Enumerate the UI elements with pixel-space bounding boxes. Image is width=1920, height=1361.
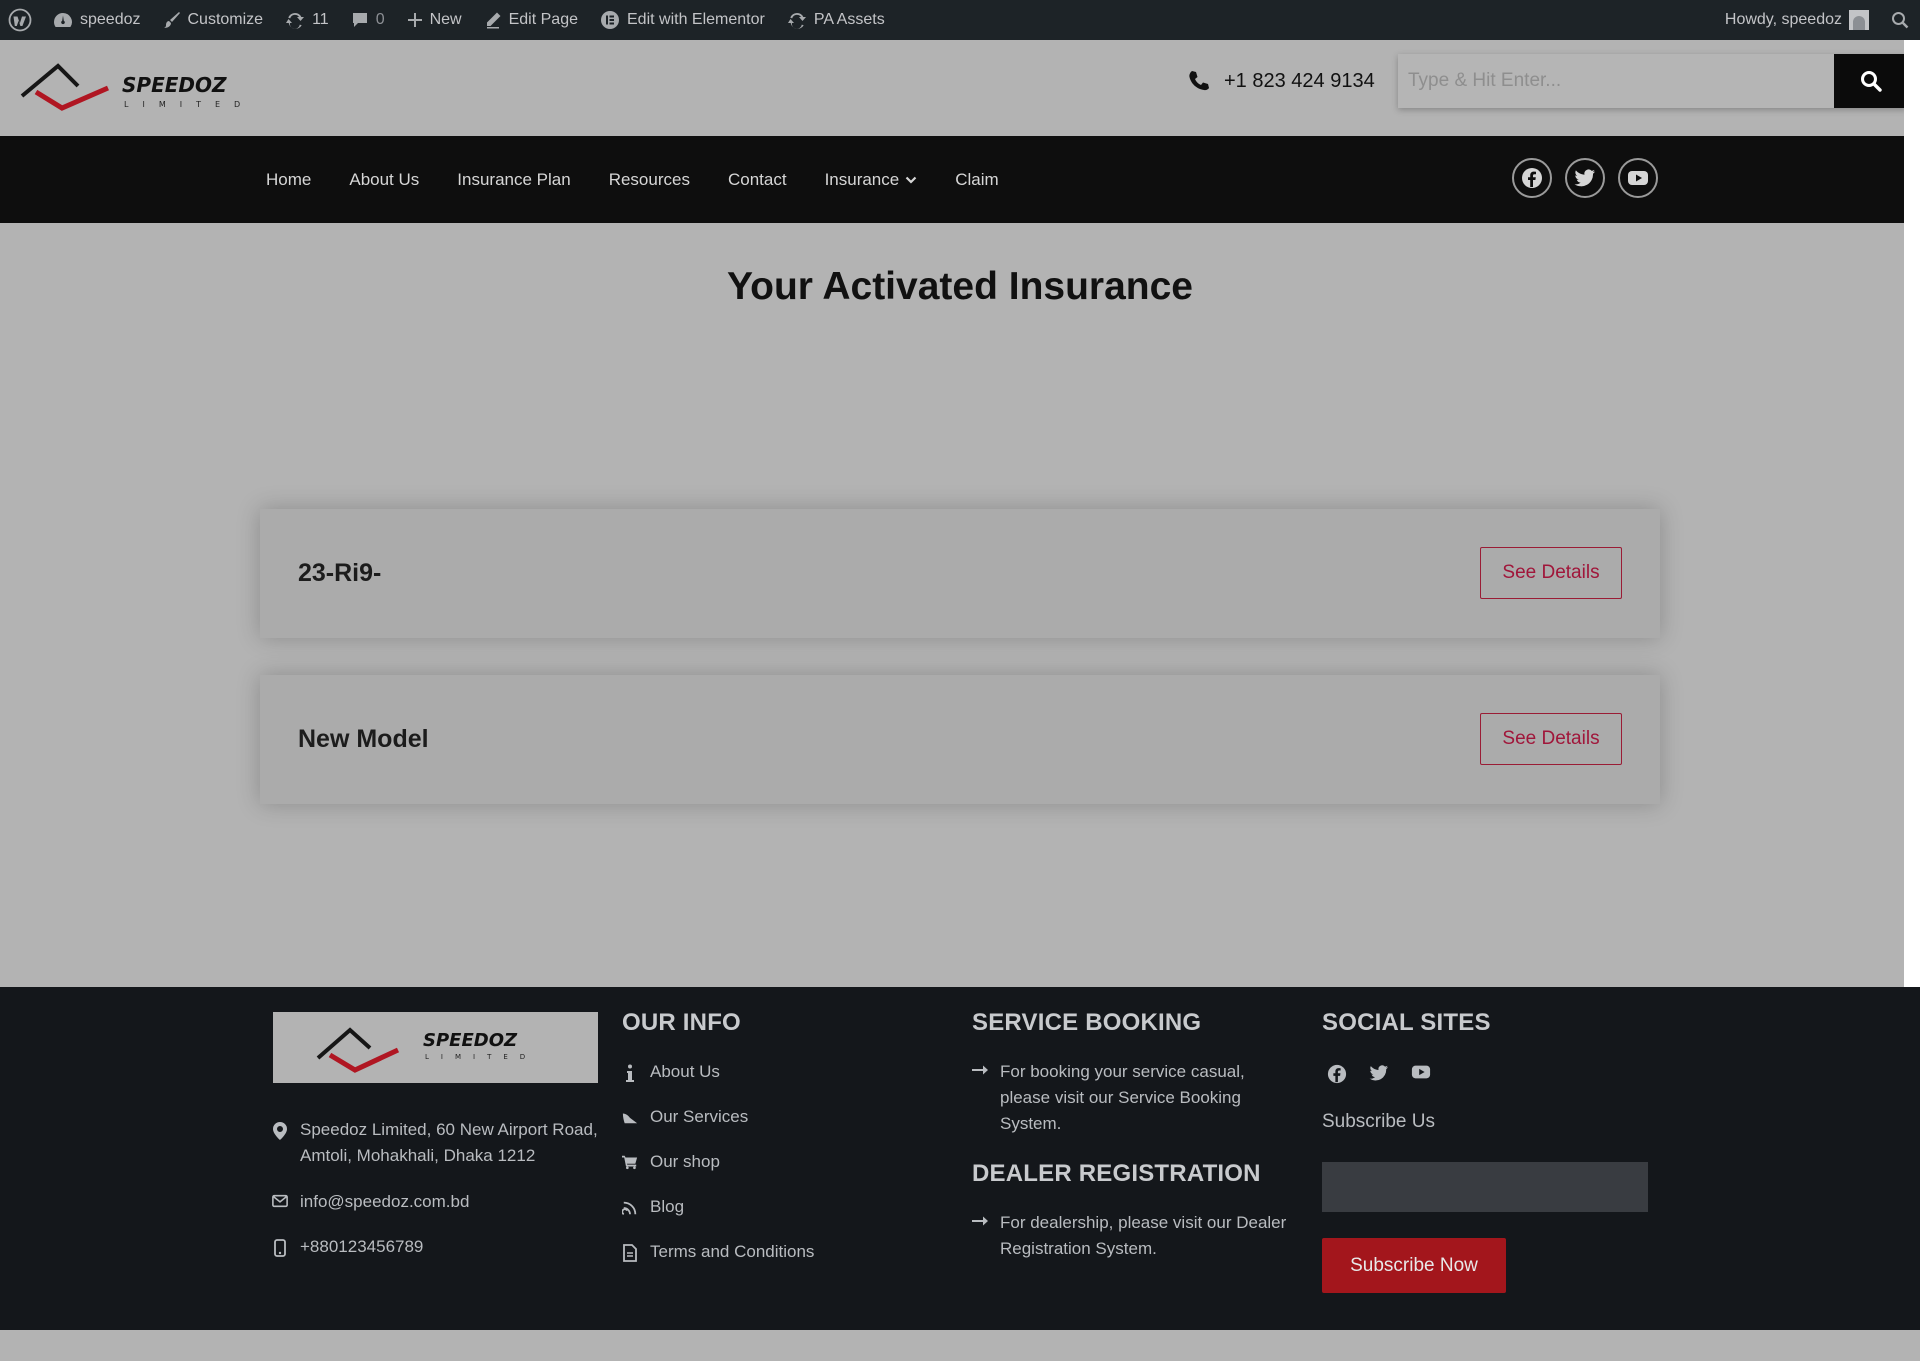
nav-item-resources[interactable]: Resources <box>590 170 709 190</box>
insurance-card-title: New Model <box>298 725 429 753</box>
page-title: Your Activated Insurance <box>727 265 1193 308</box>
pencil-icon <box>486 12 501 29</box>
chevron-down-icon <box>905 176 917 184</box>
scroll-gutter <box>1904 40 1920 987</box>
footer-our-info-title: OUR INFO <box>622 1009 741 1036</box>
search-button[interactable] <box>1834 54 1908 108</box>
admin-account-menu[interactable]: Howdy, speedoz <box>1714 0 1880 40</box>
twitter-icon[interactable] <box>1565 158 1605 198</box>
logo-wordmark: SPEEDOZ <box>423 1030 518 1051</box>
insurance-card: New Model See Details <box>260 675 1660 804</box>
logo-subtitle: LIMITED <box>124 100 254 109</box>
footer-dealer-registration-title: DEALER REGISTRATION <box>972 1160 1261 1187</box>
subscribe-label: Subscribe Us <box>1322 1111 1435 1132</box>
site-logo[interactable]: SPEEDOZ LIMITED <box>18 58 260 112</box>
insurance-card-title: 23-Ri9- <box>298 559 382 587</box>
facebook-icon[interactable] <box>1512 158 1552 198</box>
footer-social-title: SOCIAL SITES <box>1322 1009 1491 1036</box>
nav-item-contact[interactable]: Contact <box>709 170 806 190</box>
arrow-right-icon <box>972 1210 988 1262</box>
footer-email[interactable]: info@speedoz.com.bd <box>272 1189 469 1215</box>
nav-item-insurance[interactable]: Insurance <box>806 170 937 190</box>
site-name: speedoz <box>80 11 141 28</box>
footer-address: Speedoz Limited, 60 New Airport Road, Am… <box>272 1117 602 1169</box>
site-footer: SPEEDOZ LIMITED Speedoz Limited, 60 New … <box>0 987 1920 1330</box>
see-details-button[interactable]: See Details <box>1480 547 1622 599</box>
footer-dealer-registration-text[interactable]: For dealership, please visit our Dealer … <box>972 1210 1302 1262</box>
subscribe-email-input[interactable] <box>1322 1162 1648 1212</box>
plus-icon <box>407 13 422 27</box>
footer-social-links <box>1327 1064 1431 1089</box>
footer-phone[interactable]: +880123456789 <box>272 1234 423 1260</box>
nav-item-claim[interactable]: Claim <box>936 170 1017 190</box>
footer-link-blog[interactable]: Blog <box>622 1194 684 1220</box>
blog-icon <box>622 1194 638 1220</box>
nav-item-insurance-plan[interactable]: Insurance Plan <box>438 170 589 190</box>
map-pin-icon <box>272 1117 288 1169</box>
main-nav: Home About Us Insurance Plan Resources C… <box>0 136 1920 223</box>
admin-site-link[interactable]: speedoz <box>42 0 152 40</box>
admin-edit-page-link[interactable]: Edit Page <box>473 0 589 40</box>
wordpress-logo-icon[interactable] <box>0 0 42 40</box>
nav-item-home[interactable]: Home <box>247 170 330 190</box>
footer-service-booking-text[interactable]: For booking your service casual, please … <box>972 1059 1292 1137</box>
comment-icon <box>352 13 367 27</box>
refresh-icon <box>787 12 806 29</box>
envelope-icon <box>272 1189 288 1215</box>
info-icon <box>622 1059 638 1085</box>
header-search <box>1398 54 1908 108</box>
nav-social-links <box>1512 158 1658 198</box>
phone-icon <box>1189 71 1209 91</box>
footer-link-our-shop[interactable]: Our shop <box>622 1149 720 1175</box>
search-input[interactable] <box>1398 54 1834 108</box>
admin-updates-link[interactable]: 11 <box>274 0 340 40</box>
footer-link-our-services[interactable]: Our Services <box>622 1104 748 1130</box>
refresh-icon <box>286 12 305 29</box>
page-bottom <box>0 1330 1920 1361</box>
logo-wordmark: SPEEDOZ <box>122 73 227 97</box>
admin-elementor-link[interactable]: Edit with Elementor <box>589 0 776 40</box>
admin-comments-link[interactable]: 0 <box>340 0 396 40</box>
nav-menu: Home About Us Insurance Plan Resources C… <box>247 136 1018 223</box>
admin-new-link[interactable]: New <box>396 0 473 40</box>
header-phone[interactable]: +1 823 424 9134 <box>1188 66 1375 96</box>
services-icon <box>622 1104 638 1130</box>
admin-search-icon[interactable] <box>1880 0 1920 40</box>
elementor-icon <box>601 11 619 29</box>
footer-link-about-us[interactable]: About Us <box>622 1059 720 1085</box>
search-icon <box>1861 71 1882 92</box>
footer-service-booking-title: SERVICE BOOKING <box>972 1009 1202 1036</box>
admin-customize-link[interactable]: Customize <box>152 0 275 40</box>
shopping-cart-icon <box>622 1149 638 1175</box>
youtube-icon[interactable] <box>1411 1064 1431 1089</box>
arrow-right-icon <box>972 1059 988 1137</box>
facebook-icon[interactable] <box>1327 1064 1347 1089</box>
document-icon <box>622 1239 638 1265</box>
admin-pa-assets-link[interactable]: PA Assets <box>776 0 896 40</box>
nav-item-about-us[interactable]: About Us <box>330 170 438 190</box>
see-details-button[interactable]: See Details <box>1480 713 1622 765</box>
insurance-card: 23-Ri9- See Details <box>260 509 1660 638</box>
youtube-icon[interactable] <box>1618 158 1658 198</box>
admin-bar: speedoz Customize 11 0 New Edit Page Edi… <box>0 0 1920 40</box>
dashboard-icon <box>54 13 72 27</box>
footer-link-terms[interactable]: Terms and Conditions <box>622 1239 814 1265</box>
avatar <box>1849 10 1869 30</box>
subscribe-button[interactable]: Subscribe Now <box>1322 1238 1506 1293</box>
site-header: SPEEDOZ LIMITED +1 823 424 9134 <box>0 40 1908 136</box>
phone-number: +1 823 424 9134 <box>1224 69 1375 92</box>
logo-subtitle: LIMITED <box>425 1053 537 1061</box>
brush-icon <box>163 12 180 28</box>
twitter-icon[interactable] <box>1369 1064 1389 1089</box>
footer-logo[interactable]: SPEEDOZ LIMITED <box>273 1012 598 1083</box>
mobile-phone-icon <box>272 1234 288 1260</box>
